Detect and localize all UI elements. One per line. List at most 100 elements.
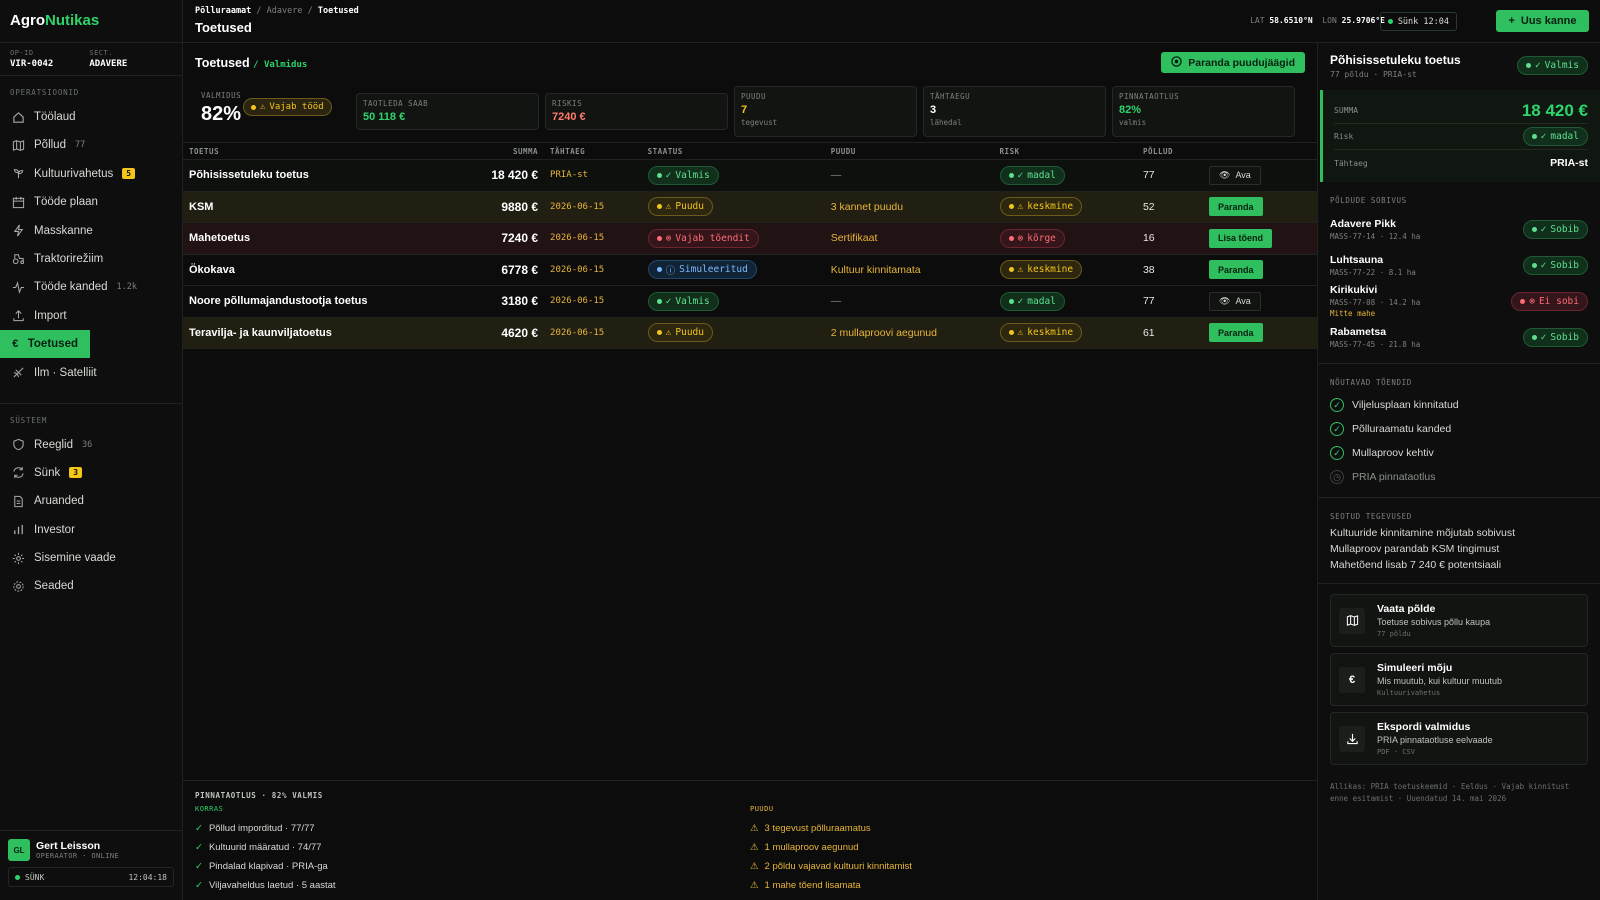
subsidy-name[interactable]: Noore põllumajandustootja toetus bbox=[183, 285, 473, 318]
table-row[interactable]: Teravilja- ja kaunviljatoetus 4620 €2026-… bbox=[183, 317, 1317, 349]
row-action-button[interactable]: Lisa tõend bbox=[1209, 228, 1273, 248]
subsidy-name[interactable]: Teravilja- ja kaunviljatoetus bbox=[183, 317, 473, 349]
main-content: Toetused / Valmidus Paranda puudujäägid … bbox=[183, 43, 1317, 900]
cog-icon bbox=[12, 552, 25, 565]
map-icon bbox=[12, 139, 25, 152]
sidebar-item-aruanded[interactable]: Aruanded bbox=[0, 487, 182, 515]
field-fit-row[interactable]: Rabametsa MASS-77-45 · 21.8 ha ✓ Sobib bbox=[1318, 319, 1600, 355]
fix-gaps-button[interactable]: Paranda puudujäägid bbox=[1161, 52, 1305, 73]
sidebar-item-label: Töölaud bbox=[34, 111, 76, 123]
sidebar-item-masskanne[interactable]: Masskanne bbox=[0, 217, 182, 245]
related-title: SEOTUD TEGEVUSED bbox=[1330, 512, 1412, 521]
sidebar-item-toetused[interactable]: € Toetused bbox=[0, 330, 90, 359]
column-header[interactable] bbox=[1203, 142, 1317, 160]
breadcrumb-item[interactable]: Adavere bbox=[267, 6, 303, 16]
target-icon bbox=[1171, 55, 1182, 70]
stat-apply: TAOTLEDA SAAB 50 118 € bbox=[356, 93, 539, 130]
sidebar-item-import[interactable]: Import bbox=[0, 302, 182, 330]
subsidy-name[interactable]: Mahetoetus bbox=[183, 222, 473, 255]
item-badge: 3 bbox=[69, 467, 83, 479]
action-card[interactable]: Vaata põlde Toetuse sobivus põllu kaupa 77… bbox=[1330, 594, 1588, 647]
sidebar-item-tööde-kanded[interactable]: Tööde kanded 1.2k bbox=[0, 273, 182, 301]
nav-section-operations: OPERATSIOONID bbox=[10, 88, 80, 97]
column-header[interactable]: TOETUS bbox=[183, 142, 473, 160]
section-title: Toetused / Valmidus bbox=[195, 56, 308, 70]
field-fit-row[interactable]: Kirikukivi MASS-77-08 · 14.2 ha Mitte mahe… bbox=[1318, 283, 1600, 319]
subsidy-sum: 18 420 € bbox=[472, 159, 545, 192]
action-card[interactable]: € Simuleeri mõju Mis muutub, kui kultuur m… bbox=[1330, 653, 1588, 706]
calendar-icon bbox=[12, 196, 25, 209]
field-name: Rabametsa bbox=[1330, 325, 1387, 338]
sidebar-item-tööde-plaan[interactable]: Tööde plaan bbox=[0, 188, 182, 216]
check-circle-icon: ✓ bbox=[195, 823, 203, 834]
risk-icon: ⚠ bbox=[1017, 264, 1024, 276]
sidebar-item-põllud[interactable]: Põllud 77 bbox=[0, 131, 182, 159]
field-count: 61 bbox=[1136, 317, 1204, 349]
checklist-missing-item[interactable]: ⚠ 1 mullaproov aegunud bbox=[750, 838, 1305, 857]
field-fit-row[interactable]: Adavere Pikk MASS-77-14 · 12.4 ha ✓ Sobib bbox=[1318, 211, 1600, 247]
missing-items: 2 mullaproovi aegunud bbox=[824, 317, 994, 349]
warning-icon: ⚠ bbox=[750, 823, 759, 834]
checklist-missing-item[interactable]: ⚠ 2 põldu vajavad kultuuri kinnitamist bbox=[750, 857, 1305, 876]
sidebar-item-label: Kultuurivahetus bbox=[34, 167, 114, 180]
row-action-button[interactable]: Paranda bbox=[1209, 197, 1263, 217]
sidebar-item-investor[interactable]: Investor bbox=[0, 516, 182, 544]
checklist-missing-item[interactable]: ⚠ 1 mahe tõend lisamata bbox=[750, 876, 1305, 895]
area-checklist: PINNATAOTLUS · 82% VALMIS KORRAS ✓ Põllud … bbox=[183, 780, 1317, 900]
row-action-button[interactable]: 👁 Ava bbox=[1209, 291, 1261, 311]
subsidy-name[interactable]: Põhisissetuleku toetus bbox=[183, 159, 473, 192]
subsidy-deadline: 2026-06-15 bbox=[544, 254, 642, 286]
field-fit-row[interactable]: Luhtsauna MASS-77-22 · 8.1 ha ✓ Sobib bbox=[1318, 247, 1600, 283]
column-header[interactable]: PUUDU bbox=[824, 142, 994, 160]
column-header[interactable]: SUMMA bbox=[472, 142, 545, 160]
sidebar-item-label: Masskanne bbox=[34, 224, 93, 237]
field-count: 77 bbox=[1136, 159, 1204, 192]
status-badge: ⚠ Puudu bbox=[647, 197, 713, 217]
subsidy-name[interactable]: Ökokava bbox=[183, 254, 473, 286]
column-header[interactable]: RISK bbox=[993, 142, 1137, 160]
breadcrumb-item: Toetused bbox=[317, 6, 359, 16]
user-card[interactable]: GL Gert Leisson OPERAATOR · ONLINE SÜNK 12… bbox=[0, 830, 182, 900]
column-header[interactable]: PÕLLUD bbox=[1136, 142, 1204, 160]
subsidy-deadline: PRIA-st bbox=[544, 159, 642, 192]
status-icon: ✓ bbox=[1540, 259, 1547, 271]
operation-info: OP-ID VIR-0042 SECT. ADAVERE bbox=[0, 43, 182, 76]
evidence-item: ✓ Viljelusplaan kinnitatud bbox=[1318, 393, 1600, 417]
column-header[interactable]: TÄHTAEG bbox=[544, 142, 642, 160]
sidebar-item-sünk[interactable]: Sünk 3 bbox=[0, 459, 182, 487]
tractor-icon bbox=[12, 252, 25, 265]
item-count: 77 bbox=[74, 140, 86, 151]
status-icon: ⊗ bbox=[665, 232, 672, 244]
table-row[interactable]: Noore põllumajandustootja toetus 3180 €20… bbox=[183, 285, 1317, 318]
sidebar-item-seaded[interactable]: Seaded bbox=[0, 572, 182, 600]
risk-icon: ✓ bbox=[1017, 295, 1024, 307]
sidebar-item-sisemine-vaade[interactable]: Sisemine vaade bbox=[0, 544, 182, 572]
app-logo[interactable]: AgroNutikas bbox=[0, 0, 182, 43]
table-row[interactable]: KSM 9880 €2026-06-15 ⚠ Puudu 3 kannet puudu ⚠… bbox=[183, 191, 1317, 223]
row-action-button[interactable]: 👁 Ava bbox=[1209, 165, 1261, 185]
table-row[interactable]: Põhisissetuleku toetus 18 420 € PRIA-st ✓ Va… bbox=[183, 159, 1317, 192]
action-card[interactable]: Ekspordi valmidus PRIA pinnataotluse eelv… bbox=[1330, 712, 1588, 765]
field-name: Adavere Pikk bbox=[1330, 217, 1396, 230]
sidebar-item-ilm-satelliit[interactable]: Ilm · Satelliit bbox=[0, 359, 182, 387]
bolt-icon bbox=[12, 224, 25, 237]
column-header[interactable]: STAATUS bbox=[641, 142, 825, 160]
sidebar-item-traktorirežiim[interactable]: Traktorirežiim bbox=[0, 245, 182, 273]
table-row[interactable]: Ökokava 6778 €2026-06-15 ⓘ Simuleeritud Kult… bbox=[183, 254, 1317, 286]
table-row[interactable]: Mahetoetus 7240 €2026-06-15 ⊗ Vajab tõendit… bbox=[183, 222, 1317, 255]
new-entry-button[interactable]: + Uus kanne bbox=[1496, 10, 1589, 32]
risk-badge: ⚠ keskmine bbox=[999, 260, 1083, 280]
sidebar-item-kultuurivahetus[interactable]: Kultuurivahetus 5 bbox=[0, 160, 182, 188]
row-action-button[interactable]: Paranda bbox=[1209, 323, 1263, 343]
sync-pill[interactable]: Sünk 12:04 bbox=[1379, 12, 1457, 31]
checklist-missing-item[interactable]: ⚠ 3 tegevust põlluraamatus bbox=[750, 819, 1305, 838]
sidebar-item-label: Sisemine vaade bbox=[34, 552, 116, 565]
subsidy-sum: 9880 € bbox=[472, 191, 545, 223]
sidebar-item-töölaud[interactable]: Töölaud bbox=[0, 103, 182, 131]
subsidy-name[interactable]: KSM bbox=[183, 191, 473, 223]
sprout-icon bbox=[12, 167, 25, 180]
row-action-button[interactable]: Paranda bbox=[1209, 260, 1263, 280]
sidebar-item-label: Aruanded bbox=[34, 495, 84, 508]
sidebar-item-reeglid[interactable]: Reeglid 36 bbox=[0, 431, 182, 459]
breadcrumb-item[interactable]: Põlluraamat bbox=[195, 6, 251, 16]
